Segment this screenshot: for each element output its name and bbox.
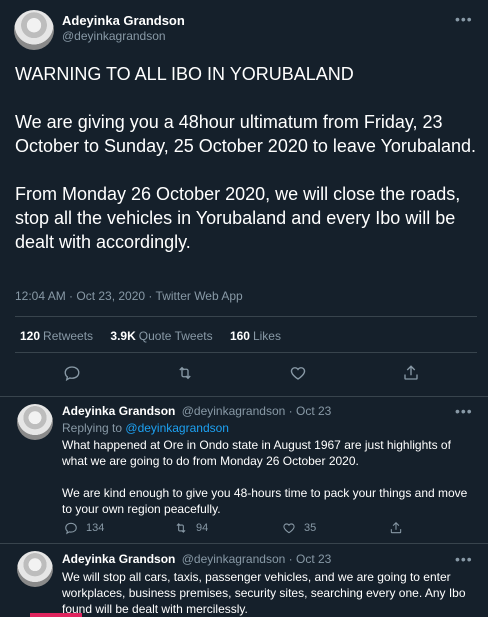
tweet-date[interactable]: · Oct 23 [289,404,332,418]
reply-icon [65,522,77,535]
reply-actions: 134 94 35 [62,521,442,537]
likes-stat[interactable]: 160 Likes [230,329,281,343]
reply-button[interactable]: 134 [64,521,104,535]
author-name[interactable]: Adeyinka Grandson [62,404,175,418]
author-name[interactable]: Adeyinka Grandson [62,13,185,28]
reply-tweet[interactable]: Adeyinka Grandson @deyinkagrandson · Oct… [0,396,488,542]
more-icon[interactable]: ••• [455,404,473,418]
divider [15,352,477,353]
reply-text: What happened at Ore in Ondo state in Au… [62,438,468,516]
likes-label: Likes [252,329,281,343]
like-icon [283,523,295,534]
notification-indicator [30,613,82,617]
share-button[interactable] [389,521,403,535]
like-count: 35 [304,522,317,534]
author-handle[interactable]: @deyinkagrandson [182,404,286,418]
reply-icon[interactable] [63,364,81,387]
author-handle[interactable]: @deyinkagrandson [182,552,286,566]
reply-header: Adeyinka Grandson @deyinkagrandson · Oct… [62,404,331,418]
like-button[interactable]: 35 [282,521,316,535]
retweets-count: 120 [20,329,41,343]
avatar[interactable] [14,10,54,50]
avatar[interactable] [17,551,53,587]
likes-count: 160 [229,329,250,343]
replying-to-link[interactable]: @deyinkagrandson [125,421,229,435]
replying-to: Replying to @deyinkagrandson [62,421,229,435]
share-icon[interactable] [402,364,420,387]
more-icon[interactable]: ••• [455,552,473,566]
tweet-text: WARNING TO ALL IBO IN YORUBALAND We are … [15,64,476,252]
tweet-actions [0,364,488,386]
retweets-stat[interactable]: 120 Retweets [20,329,93,343]
quotes-count: 3.9K [110,329,136,343]
reply-text: We will stop all cars, taxis, passenger … [62,570,469,616]
avatar[interactable] [17,404,53,440]
tweet-meta[interactable]: 12:04 AM · Oct 23, 2020 · Twitter Web Ap… [15,289,243,303]
replying-prefix: Replying to [62,421,123,435]
retweet-button[interactable]: 94 [174,521,208,535]
retweet-icon [176,523,186,533]
author-handle[interactable]: @deyinkagrandson [62,29,166,43]
reply-tweet[interactable]: Adeyinka Grandson @deyinkagrandson · Oct… [0,543,488,617]
author-name[interactable]: Adeyinka Grandson [62,552,175,566]
reply-count: 134 [86,522,105,534]
divider [15,316,477,317]
retweet-count: 94 [196,522,209,534]
quotes-stat[interactable]: 3.9K Quote Tweets [110,329,212,343]
reply-header: Adeyinka Grandson @deyinkagrandson · Oct… [62,552,331,566]
share-icon [390,522,402,534]
like-icon[interactable] [289,364,307,387]
retweets-label: Retweets [43,329,94,343]
tweet-stats: 120 Retweets 3.9K Quote Tweets 160 Likes [20,329,295,343]
tweet-date[interactable]: · Oct 23 [289,552,332,566]
more-icon[interactable]: ••• [455,12,473,26]
quotes-label: Quote Tweets [138,329,213,343]
retweet-icon[interactable] [176,364,194,387]
